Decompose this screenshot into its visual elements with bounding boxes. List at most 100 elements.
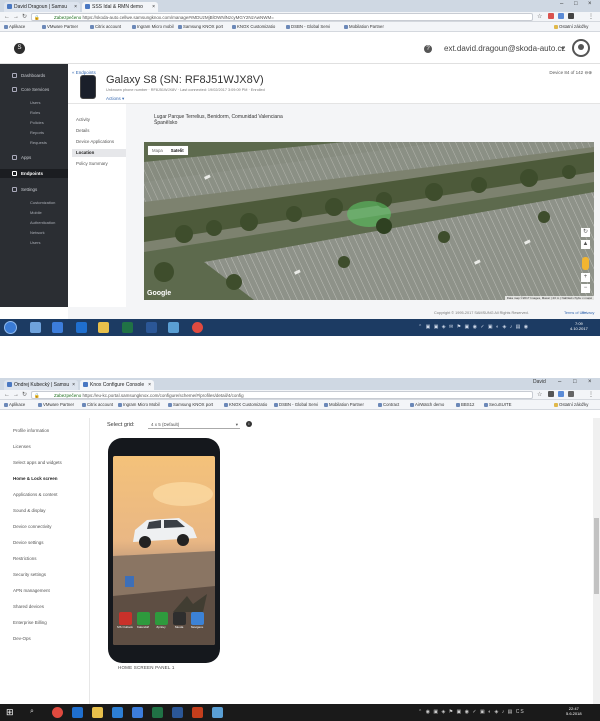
- bookmark-item[interactable]: VMware Partner: [42, 22, 78, 32]
- close-window-icon[interactable]: ×: [588, 1, 592, 7]
- clock[interactable]: 22:47 5.6.2018: [566, 706, 582, 716]
- reload-icon[interactable]: ↻: [22, 391, 27, 399]
- sidebar-item[interactable]: Select apps and widgets: [13, 460, 62, 465]
- avatar[interactable]: [572, 39, 590, 57]
- explorer-icon[interactable]: [30, 322, 41, 333]
- url-input[interactable]: 🔒 Zabezpečeno https://skoda-auto.cellwe.…: [31, 13, 533, 21]
- chrome-icon[interactable]: [52, 707, 63, 718]
- extension-icon[interactable]: [558, 13, 564, 19]
- store-icon[interactable]: [112, 707, 123, 718]
- menu-dots-icon[interactable]: ⋮: [588, 13, 594, 21]
- bookmark-item[interactable]: DSBN - Global Servi: [286, 22, 330, 32]
- sidebar-sub-item[interactable]: Users: [30, 100, 40, 105]
- bookmark-item[interactable]: Samsung KNOX port: [178, 22, 223, 32]
- search-icon[interactable]: ⌕: [30, 708, 34, 716]
- browser-tab-2[interactable]: Knox Configure Console ×: [80, 380, 154, 390]
- outlook-icon[interactable]: [132, 707, 143, 718]
- sidebar-item-dashboards[interactable]: Dashboards: [0, 73, 68, 79]
- actions-dropdown[interactable]: Actions ▾: [106, 96, 124, 102]
- bookmark-item[interactable]: Ostatní záložky: [554, 400, 588, 410]
- next-icon[interactable]: ⊕: [588, 70, 592, 75]
- map-type-map[interactable]: Mapa: [148, 146, 167, 155]
- bookmark-item[interactable]: Mobilation Partner: [344, 22, 384, 32]
- maximize-icon[interactable]: □: [573, 379, 577, 385]
- bookmark-item[interactable]: Contract: [378, 400, 399, 410]
- word-icon[interactable]: [172, 707, 183, 718]
- subnav-device-applications[interactable]: Device Applications: [76, 139, 114, 144]
- folder-icon[interactable]: [98, 322, 109, 333]
- sidebar-item[interactable]: Shared devices: [13, 604, 44, 609]
- sidebar-sub-item[interactable]: Mobile: [30, 210, 42, 215]
- sidebar-item[interactable]: Restrictions: [13, 556, 37, 561]
- app-shortcut[interactable]: Navigace: [189, 612, 205, 631]
- maximize-icon[interactable]: □: [574, 1, 578, 7]
- sidebar-item[interactable]: Profile information: [13, 428, 49, 433]
- sidebar-sub-item[interactable]: Roles: [30, 110, 40, 115]
- privacy-link[interactable]: Privacy: [582, 311, 594, 315]
- bookmark-item[interactable]: BBS12: [456, 400, 474, 410]
- excel-icon[interactable]: [122, 322, 133, 333]
- forward-arrow-icon[interactable]: →: [13, 13, 19, 21]
- sidebar-sub-item[interactable]: Users: [30, 240, 40, 245]
- back-arrow-icon[interactable]: ←: [4, 13, 10, 21]
- bookmark-item[interactable]: DSBN - Global Servi: [274, 400, 318, 410]
- reload-icon[interactable]: ↻: [22, 13, 27, 21]
- chrome-icon[interactable]: [192, 322, 203, 333]
- excel-icon[interactable]: [152, 707, 163, 718]
- bookmark-item[interactable]: Mobilation Partner: [324, 400, 364, 410]
- sidebar-item[interactable]: Device connectivity: [13, 524, 52, 529]
- sidebar-item[interactable]: Sound & display: [13, 508, 46, 513]
- close-window-icon[interactable]: ×: [588, 379, 592, 385]
- sidebar-sub-item[interactable]: Authentication: [30, 220, 55, 225]
- sidebar-item-apps[interactable]: Apps: [0, 155, 68, 161]
- browser-tab-1[interactable]: Ondrej Kubecký | Samsu ×: [4, 380, 78, 390]
- sidebar-item[interactable]: Applications & content: [13, 492, 58, 497]
- bookmark-item[interactable]: Citrix account: [90, 22, 121, 32]
- extension-icon[interactable]: [548, 13, 554, 19]
- outlook-icon[interactable]: [52, 322, 63, 333]
- minimize-icon[interactable]: –: [560, 1, 563, 7]
- bookmark-item[interactable]: Ingram Micro mobil: [132, 22, 174, 32]
- tilt-icon[interactable]: ▲: [581, 240, 590, 249]
- close-tab-icon[interactable]: ×: [74, 2, 77, 12]
- subnav-activity[interactable]: Activity: [76, 117, 90, 122]
- rotate-map-icon[interactable]: ↻: [581, 228, 590, 237]
- zoom-out-button[interactable]: −: [581, 284, 590, 293]
- menu-dots-icon[interactable]: ⋮: [588, 391, 594, 399]
- powerpoint-icon[interactable]: [192, 707, 203, 718]
- bookmark-item[interactable]: KNOX Customizatio: [232, 22, 275, 32]
- bookmark-item[interactable]: Citrix account: [82, 400, 113, 410]
- sidebar-item-core-services[interactable]: Core Services: [0, 87, 68, 93]
- extension-icon[interactable]: [558, 391, 564, 397]
- sidebar-item[interactable]: Dev-Ops: [13, 636, 31, 641]
- user-email[interactable]: ext.david.dragoun@skoda-auto.cz: [444, 44, 566, 53]
- app-icon[interactable]: [212, 707, 223, 718]
- bookmark-item[interactable]: AirWatch demo: [410, 400, 444, 410]
- subnav-policy-summary[interactable]: Policy Summary: [76, 161, 108, 166]
- close-tab-icon[interactable]: ×: [72, 380, 75, 390]
- sidebar-sub-item[interactable]: Customization: [30, 200, 55, 205]
- sidebar-item[interactable]: Device settings: [13, 540, 44, 545]
- bookmark-item[interactable]: VMware Partner: [38, 400, 74, 410]
- sidebar-item-endpoints[interactable]: Endpoints: [0, 169, 68, 178]
- sidebar-item[interactable]: Security settings: [13, 572, 46, 577]
- url-input[interactable]: 🔒 Zabezpečeno https://eu-kc.portal.samsu…: [31, 391, 533, 399]
- sidebar-sub-item[interactable]: Policies: [30, 120, 44, 125]
- browser-tab-1[interactable]: David Dragoun | Samsu ×: [4, 2, 80, 12]
- app-shortcut[interactable]: Zprávy: [153, 612, 169, 631]
- minimize-icon[interactable]: –: [558, 379, 561, 385]
- start-button[interactable]: [4, 321, 17, 334]
- close-tab-icon[interactable]: ×: [148, 380, 151, 390]
- sidebar-item-home-lock-screen[interactable]: Home & Lock screen: [13, 476, 58, 481]
- app-shortcut[interactable]: MS Outlook: [117, 612, 133, 631]
- ie-icon[interactable]: [76, 322, 87, 333]
- close-tab-icon[interactable]: ×: [152, 2, 155, 12]
- bookmark-item[interactable]: Samsung KNOX port: [168, 400, 213, 410]
- chevron-down-icon[interactable]: ▾: [561, 45, 564, 52]
- word-icon[interactable]: [146, 322, 157, 333]
- extension-icon[interactable]: [568, 391, 574, 397]
- sidebar-sub-item[interactable]: Network: [30, 230, 45, 235]
- windows-start-icon[interactable]: ⊞: [6, 707, 14, 718]
- subnav-location[interactable]: Location: [72, 149, 126, 157]
- scrollbar-thumb[interactable]: [594, 518, 599, 594]
